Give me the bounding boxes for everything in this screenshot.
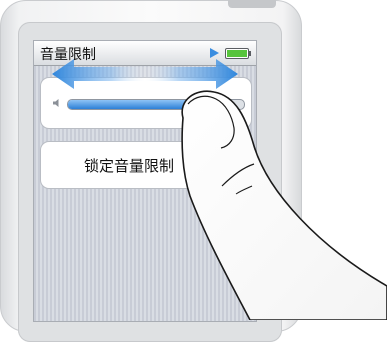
sleep-wake-button[interactable] [228, 0, 276, 8]
swipe-arrow-icon [52, 59, 238, 89]
volume-slider[interactable] [67, 99, 245, 110]
speaker-icon [53, 99, 59, 107]
battery-level [227, 50, 247, 57]
play-icon [210, 48, 219, 58]
volume-fill [68, 100, 213, 109]
ipod-device: 音量限制 锁定音量限制 [0, 0, 387, 342]
lock-volume-limit-button[interactable]: 锁定音量限制 [40, 141, 252, 189]
battery-tip [248, 51, 251, 56]
lock-volume-limit-label: 锁定音量限制 [84, 157, 175, 175]
